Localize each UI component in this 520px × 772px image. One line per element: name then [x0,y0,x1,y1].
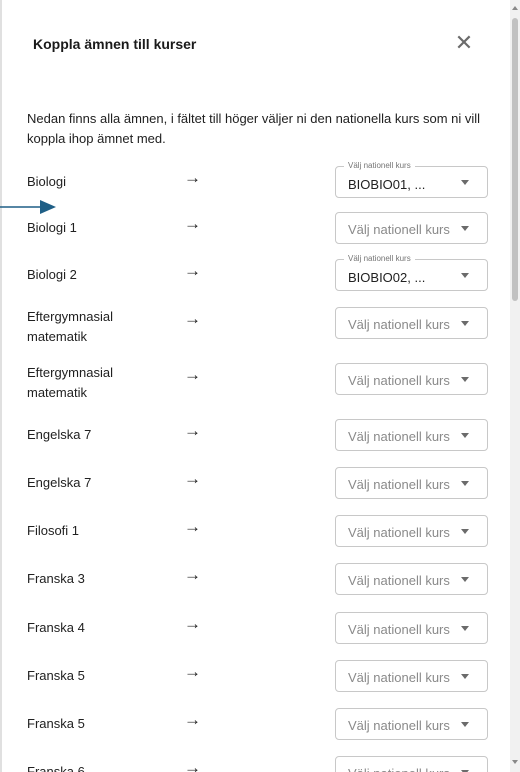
subject-name: Franska 3 [27,571,85,586]
subject-name: Franska 5 [27,716,85,731]
dialog-title: Koppla ämnen till kurser [33,36,197,52]
subject-name: Biologi 1 [27,220,77,235]
chevron-down-icon [461,377,469,382]
subject-name: Filosofi 1 [27,523,80,538]
arrow-right-icon: → [184,168,201,187]
national-course-select[interactable]: Välj nationell kurs [335,660,488,692]
select-placeholder: Välj nationell kurs [348,622,450,637]
select-floating-label: Välj nationell kurs [344,254,415,264]
table-row: Engelska 7 → Välj nationell kurs [0,415,510,463]
national-course-select[interactable]: Välj nationell kurs [335,307,488,339]
scroll-down-icon[interactable] [512,760,518,764]
national-course-select[interactable]: Välj nationell kurs [335,467,488,499]
national-course-select[interactable]: Välj nationell kurs [335,212,488,244]
select-placeholder: Välj nationell kurs [348,766,450,772]
chevron-down-icon [461,180,469,185]
national-course-select[interactable]: Välj nationell kurs BIOBIO02, ... [335,254,488,291]
table-row: Franska 5 → Välj nationell kurs [0,656,510,704]
chevron-down-icon [461,321,469,326]
arrow-right-icon: → [184,365,201,384]
select-placeholder: Välj nationell kurs [348,429,450,444]
table-row: Franska 5 → Välj nationell kurs [0,704,510,752]
subject-name: Eftergymnasial matematik [27,309,113,344]
arrow-right-icon: → [184,261,201,280]
chevron-down-icon [461,577,469,582]
table-row: Franska 4 → Välj nationell kurs [0,608,510,656]
link-subjects-dialog: Koppla ämnen till kurser ✕ Nedan finns a… [0,0,510,772]
chevron-down-icon [461,626,469,631]
scrollbar[interactable] [510,0,520,772]
select-placeholder: Välj nationell kurs [348,222,450,237]
table-row: Franska 6 → Välj nationell kurs [0,752,510,772]
pointer-arrow-icon [0,200,56,214]
subject-name: Biologi 2 [27,267,77,282]
select-floating-label: Välj nationell kurs [344,161,415,171]
dialog-intro-text: Nedan finns alla ämnen, i fältet till hö… [27,111,481,146]
chevron-down-icon [461,722,469,727]
subject-name: Engelska 7 [27,475,92,490]
select-placeholder: Välj nationell kurs [348,525,450,540]
table-row: Biologi 2 → Välj nationell kurs BIOBIO02, .… [0,254,510,303]
select-placeholder: Välj nationell kurs [348,477,450,492]
arrow-right-icon: → [184,309,201,328]
chevron-down-icon [461,529,469,534]
national-course-select[interactable]: Välj nationell kurs [335,419,488,451]
table-row: Eftergymnasial matematik → Välj nationell … [0,359,510,407]
arrow-right-icon: → [184,662,201,681]
select-placeholder: Välj nationell kurs [348,373,450,388]
select-placeholder: Välj nationell kurs [348,718,450,733]
table-row: Eftergymnasial matematik → Välj nationell … [0,303,510,351]
arrow-right-icon: → [184,614,201,633]
subject-name: Engelska 7 [27,427,92,442]
scroll-up-icon[interactable] [512,6,518,10]
arrow-right-icon: → [184,565,201,584]
select-value: BIOBIO01, ... [348,177,426,192]
close-icon[interactable]: ✕ [453,32,475,54]
arrow-right-icon: → [184,469,201,488]
table-row: Biologi → Välj nationell kurs BIOBIO01, ... [0,161,510,210]
subject-name: Eftergymnasial matematik [27,365,113,400]
national-course-select[interactable]: Välj nationell kurs [335,515,488,547]
chevron-down-icon [461,481,469,486]
select-placeholder: Välj nationell kurs [348,317,450,332]
scrollbar-thumb[interactable] [512,18,518,301]
table-row: Engelska 7 → Välj nationell kurs [0,463,510,511]
table-row: Franska 3 → Välj nationell kurs [0,559,510,607]
subject-name: Franska 5 [27,668,85,683]
chevron-down-icon [461,226,469,231]
chevron-down-icon [461,674,469,679]
subject-name: Biologi [27,174,67,189]
arrow-right-icon: → [184,758,201,772]
arrow-right-icon: → [184,710,201,729]
subject-name: Franska 4 [27,620,85,635]
select-placeholder: Välj nationell kurs [348,573,450,588]
subject-name: Franska 6 [27,764,85,772]
chevron-down-icon [461,273,469,278]
chevron-down-icon [461,433,469,438]
national-course-select[interactable]: Välj nationell kurs [335,756,488,772]
select-placeholder: Välj nationell kurs [348,670,450,685]
select-value: BIOBIO02, ... [348,270,426,285]
national-course-select[interactable]: Välj nationell kurs [335,708,488,740]
arrow-right-icon: → [184,517,201,536]
national-course-select[interactable]: Välj nationell kurs BIOBIO01, ... [335,161,488,198]
national-course-select[interactable]: Välj nationell kurs [335,563,488,595]
national-course-select[interactable]: Välj nationell kurs [335,612,488,644]
arrow-right-icon: → [184,214,201,233]
table-row: Biologi 1 → Välj nationell kurs [0,208,510,256]
table-row: Filosofi 1 → Välj nationell kurs [0,511,510,559]
arrow-right-icon: → [184,421,201,440]
national-course-select[interactable]: Välj nationell kurs [335,363,488,395]
